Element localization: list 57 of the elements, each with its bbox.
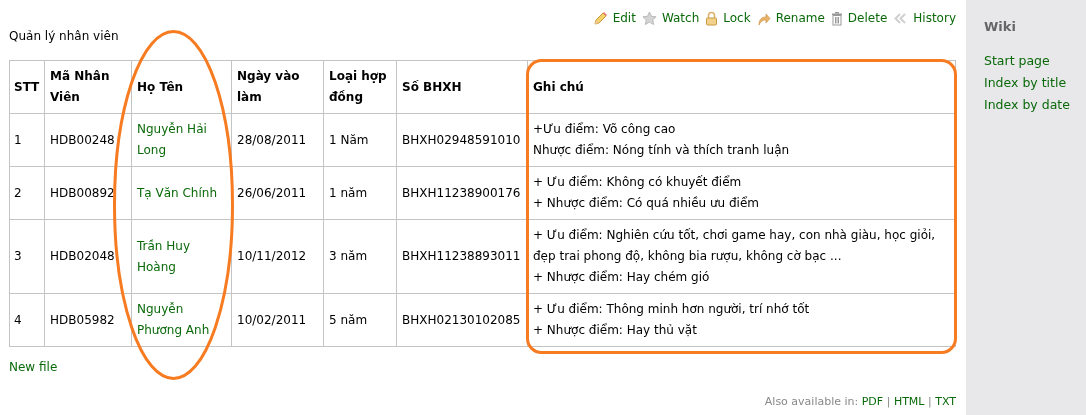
trash-icon [830,10,843,26]
history-action-link[interactable]: History [893,10,956,26]
note-line: + Ưu điểm: Thông minh hơn người, trí nhớ tốt [533,301,811,318]
column-header: Ghi chú [527,60,956,114]
note-line: + Ưu điểm: Nghiên cứu tốt, chơi game hay, con nhà giàu, học giỏi, đẹp trai phong độ, không bia rượu, không cờ bạc ... [533,227,937,265]
double-chevron-icon [893,10,909,26]
employee-name-link[interactable]: Trần Huy Hoàng [137,235,226,278]
note-line: + Ưu điểm: Không có khuyết điểm [533,174,743,191]
formats-label: Also available in: [764,395,859,408]
page-title: Quản lý nhân viên [9,28,120,45]
sidebar-title: Wiki [984,18,1017,36]
employee-name-link[interactable]: Nguyễn Phương Anh [137,299,226,341]
note-line: +Ưu điểm: Võ công cao [533,121,677,138]
new-file-link[interactable]: New file [9,360,58,374]
sidebar-link[interactable]: Start page [984,50,1086,72]
table-cell: 5 năm [323,293,397,347]
column-header: Mã Nhân Viên [44,60,132,114]
rename-action-link[interactable]: Rename [756,10,825,26]
table-cell: 4 [9,293,45,347]
lock-action-link[interactable]: Lock [705,10,751,26]
note-line: Nhược điểm: Nóng tính và thích tranh luận [533,142,791,159]
table-cell: HDB05982 [44,293,132,347]
format-link[interactable]: PDF [861,395,884,408]
table-cell: 3 năm [323,219,397,294]
edit-action-link[interactable]: Edit [592,10,636,26]
sidebar-link[interactable]: Index by title [984,72,1086,94]
column-header: Số BHXH [396,60,528,114]
table-cell: 26/06/2011 [231,166,324,220]
table-cell: 10/02/2011 [231,293,324,347]
table-cell: 1 năm [323,166,397,220]
table-cell: 2 [9,166,45,220]
column-header: Ngày vào làm [231,60,324,114]
table-cell: 10/11/2012 [231,219,324,294]
watch-action-link[interactable]: Watch [641,10,700,26]
column-header: Loại hợp đồng [323,60,397,114]
table-cell: 28/08/2011 [231,113,324,167]
table-cell: HDB00248 [44,113,132,167]
pencil-icon [592,10,608,26]
note-line: + Nhược điểm: Hay chém gió [533,269,711,286]
lock-icon [705,10,719,26]
employee-name-link[interactable]: Nguyễn Hải Long [137,119,226,161]
star-icon [641,10,657,26]
table-cell: 1 [9,113,45,167]
column-header: STT [9,60,45,114]
delete-action-link[interactable]: Delete [830,10,888,26]
separator: | [886,395,891,408]
note-line: + Nhược điểm: Có quá nhiều ưu điểm [533,195,760,212]
separator: | [928,395,932,408]
format-link[interactable]: TXT [935,395,956,408]
table-cell: 3 [9,219,45,294]
sidebar-link[interactable]: Index by date [984,94,1086,116]
note-line: + Nhược điểm: Hay thủ vặt [533,322,698,339]
employee-name-link[interactable]: Tạ Văn Chính [137,182,226,204]
table-cell: 1 Năm [323,113,397,167]
table-cell: HDB02048 [44,219,132,294]
column-header: Họ Tên [131,60,232,114]
format-link[interactable]: HTML [893,395,925,408]
